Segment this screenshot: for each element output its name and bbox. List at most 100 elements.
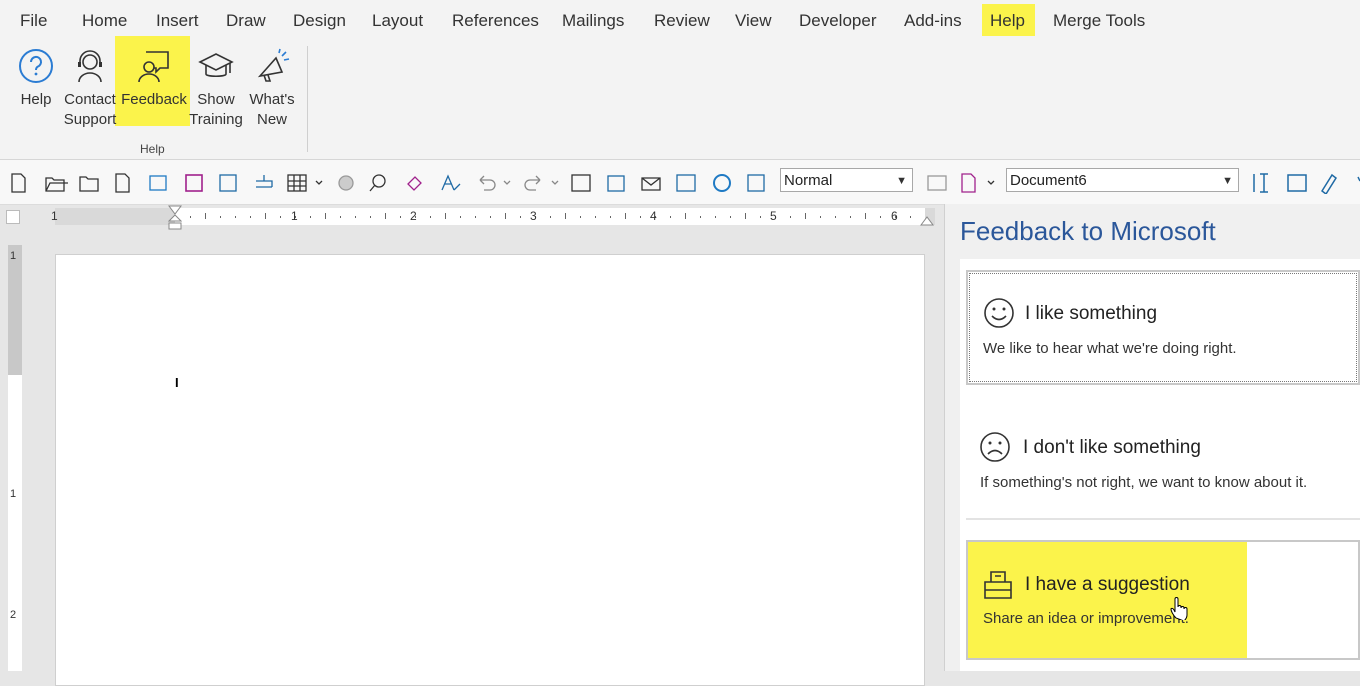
feedback-button[interactable]: Feedback bbox=[118, 40, 190, 128]
help-button[interactable]: Help bbox=[10, 40, 62, 128]
ruler-tick bbox=[745, 213, 746, 219]
grid-select-icon bbox=[676, 174, 696, 192]
feedback-icon bbox=[138, 51, 169, 83]
tab-merge-tools[interactable]: Merge Tools bbox=[1053, 11, 1145, 31]
folder-icon bbox=[79, 176, 99, 192]
ruler-tick bbox=[460, 216, 461, 218]
right-indent-marker[interactable] bbox=[920, 214, 934, 226]
show-training-label-1: Show bbox=[197, 91, 235, 108]
ruler-tick bbox=[400, 216, 401, 218]
show-training-button[interactable]: Show Training bbox=[188, 40, 244, 128]
ruler-tick bbox=[310, 216, 311, 218]
tab-view[interactable]: View bbox=[735, 11, 772, 31]
ruler-tick bbox=[610, 216, 611, 218]
ruler-tick bbox=[355, 216, 356, 218]
tab-selector[interactable] bbox=[6, 210, 20, 224]
smiley-icon bbox=[984, 298, 1014, 328]
ruler-tick bbox=[880, 216, 881, 218]
document-dropdown-icon bbox=[987, 180, 995, 185]
ruler-tick bbox=[580, 216, 581, 218]
ruler-tick bbox=[550, 216, 551, 218]
feedback-label: Feedback bbox=[121, 91, 187, 108]
tab-home[interactable]: Home bbox=[82, 11, 127, 31]
tab-review[interactable]: Review bbox=[654, 11, 710, 31]
style-select[interactable]: Normal ▼ bbox=[780, 168, 913, 192]
open-folder-icon bbox=[45, 177, 68, 192]
panel-title: Feedback to Microsoft bbox=[960, 216, 1216, 246]
ribbon-group-separator bbox=[307, 46, 308, 152]
ruler-tick bbox=[205, 213, 206, 219]
save-icon bbox=[185, 174, 203, 192]
option-title: I have a suggestion bbox=[1025, 574, 1190, 595]
tab-file[interactable]: File bbox=[20, 11, 47, 31]
tab-draw[interactable]: Draw bbox=[226, 11, 266, 31]
hand-pointer-icon bbox=[1170, 597, 1188, 620]
tab-help[interactable]: Help bbox=[990, 11, 1025, 31]
ruler-tick bbox=[595, 216, 596, 218]
ruler-number: 1 bbox=[51, 209, 58, 223]
toolbar-icon-strip-3 bbox=[1253, 173, 1360, 194]
text-cursor: I bbox=[175, 375, 179, 390]
tab-mailings[interactable]: Mailings bbox=[562, 11, 624, 31]
tab-insert[interactable]: Insert bbox=[156, 11, 199, 31]
headset-icon bbox=[78, 50, 102, 83]
option-title: I like something bbox=[1025, 303, 1158, 324]
ruler-tick bbox=[505, 213, 506, 219]
document-page[interactable] bbox=[55, 254, 925, 686]
ruler-tick bbox=[700, 216, 701, 218]
contact-support-label-2: Support bbox=[63, 111, 117, 128]
document-select[interactable]: Document6 ▼ bbox=[1006, 168, 1239, 192]
tab-design[interactable]: Design bbox=[293, 11, 346, 31]
tab-references[interactable]: References bbox=[452, 11, 539, 31]
ruler-tick bbox=[490, 216, 491, 218]
option-description: Share an idea or improvement. bbox=[983, 610, 1189, 627]
chevron-down-icon: ▼ bbox=[1222, 175, 1233, 187]
pen-icon bbox=[1320, 173, 1338, 194]
whats-new-label-2: New bbox=[256, 111, 287, 128]
document-select-value: Document6 bbox=[1010, 172, 1087, 189]
ruler-number: 5 bbox=[770, 209, 777, 223]
ruler-left-margin bbox=[55, 208, 175, 225]
undo-icon bbox=[479, 175, 496, 191]
ruler-tick bbox=[385, 213, 386, 219]
horizontal-ruler bbox=[55, 208, 935, 225]
ruler-tick bbox=[835, 216, 836, 218]
table-sync-icon bbox=[149, 175, 167, 191]
option-description: If something's not right, we want to kno… bbox=[980, 474, 1308, 491]
tab-layout[interactable]: Layout bbox=[372, 11, 423, 31]
ruler-tick bbox=[685, 213, 686, 219]
whats-new-button[interactable]: What's New bbox=[244, 40, 300, 128]
feedback-option-dislike[interactable]: I don't like something If something's no… bbox=[966, 405, 1360, 520]
ribbon-group-label: Help bbox=[140, 142, 165, 156]
option-title: I don't like something bbox=[1023, 437, 1201, 458]
menu-tab-bar: File Home Insert Draw Design Layout Refe… bbox=[0, 0, 1360, 40]
ruler-tick bbox=[220, 216, 221, 218]
ruler-number: 1 bbox=[291, 209, 298, 223]
picture-icon bbox=[927, 175, 947, 191]
toolbar-icon-strip-2 bbox=[927, 173, 995, 193]
feedback-option-like[interactable]: I like something We like to hear what we… bbox=[966, 270, 1360, 385]
blank-page-icon bbox=[115, 173, 130, 193]
document-properties-icon bbox=[961, 173, 976, 193]
help-circle-icon bbox=[19, 49, 53, 83]
ruler-tick bbox=[340, 216, 341, 218]
ruler-tick bbox=[715, 216, 716, 218]
ruler-number: 4 bbox=[650, 209, 657, 223]
ruler-tick bbox=[640, 216, 641, 218]
ruler-tick bbox=[790, 216, 791, 218]
text-style-icon bbox=[441, 174, 461, 191]
tab-add-ins[interactable]: Add-ins bbox=[904, 11, 962, 31]
form-icon bbox=[571, 174, 591, 192]
show-training-label-2: Training bbox=[189, 111, 243, 128]
tab-developer[interactable]: Developer bbox=[799, 11, 877, 31]
indent-marker[interactable] bbox=[168, 205, 182, 231]
ruler-tick bbox=[565, 213, 566, 219]
contact-support-button[interactable]: Contact Support bbox=[62, 40, 118, 128]
ruler-tick bbox=[805, 213, 806, 219]
ruler-tick bbox=[430, 216, 431, 218]
ruler-tick bbox=[730, 216, 731, 218]
ruler-tick bbox=[670, 216, 671, 218]
contact-support-label-1: Contact bbox=[64, 91, 116, 108]
ruler-tick bbox=[370, 216, 371, 218]
table-dropdown-icon bbox=[315, 180, 323, 185]
